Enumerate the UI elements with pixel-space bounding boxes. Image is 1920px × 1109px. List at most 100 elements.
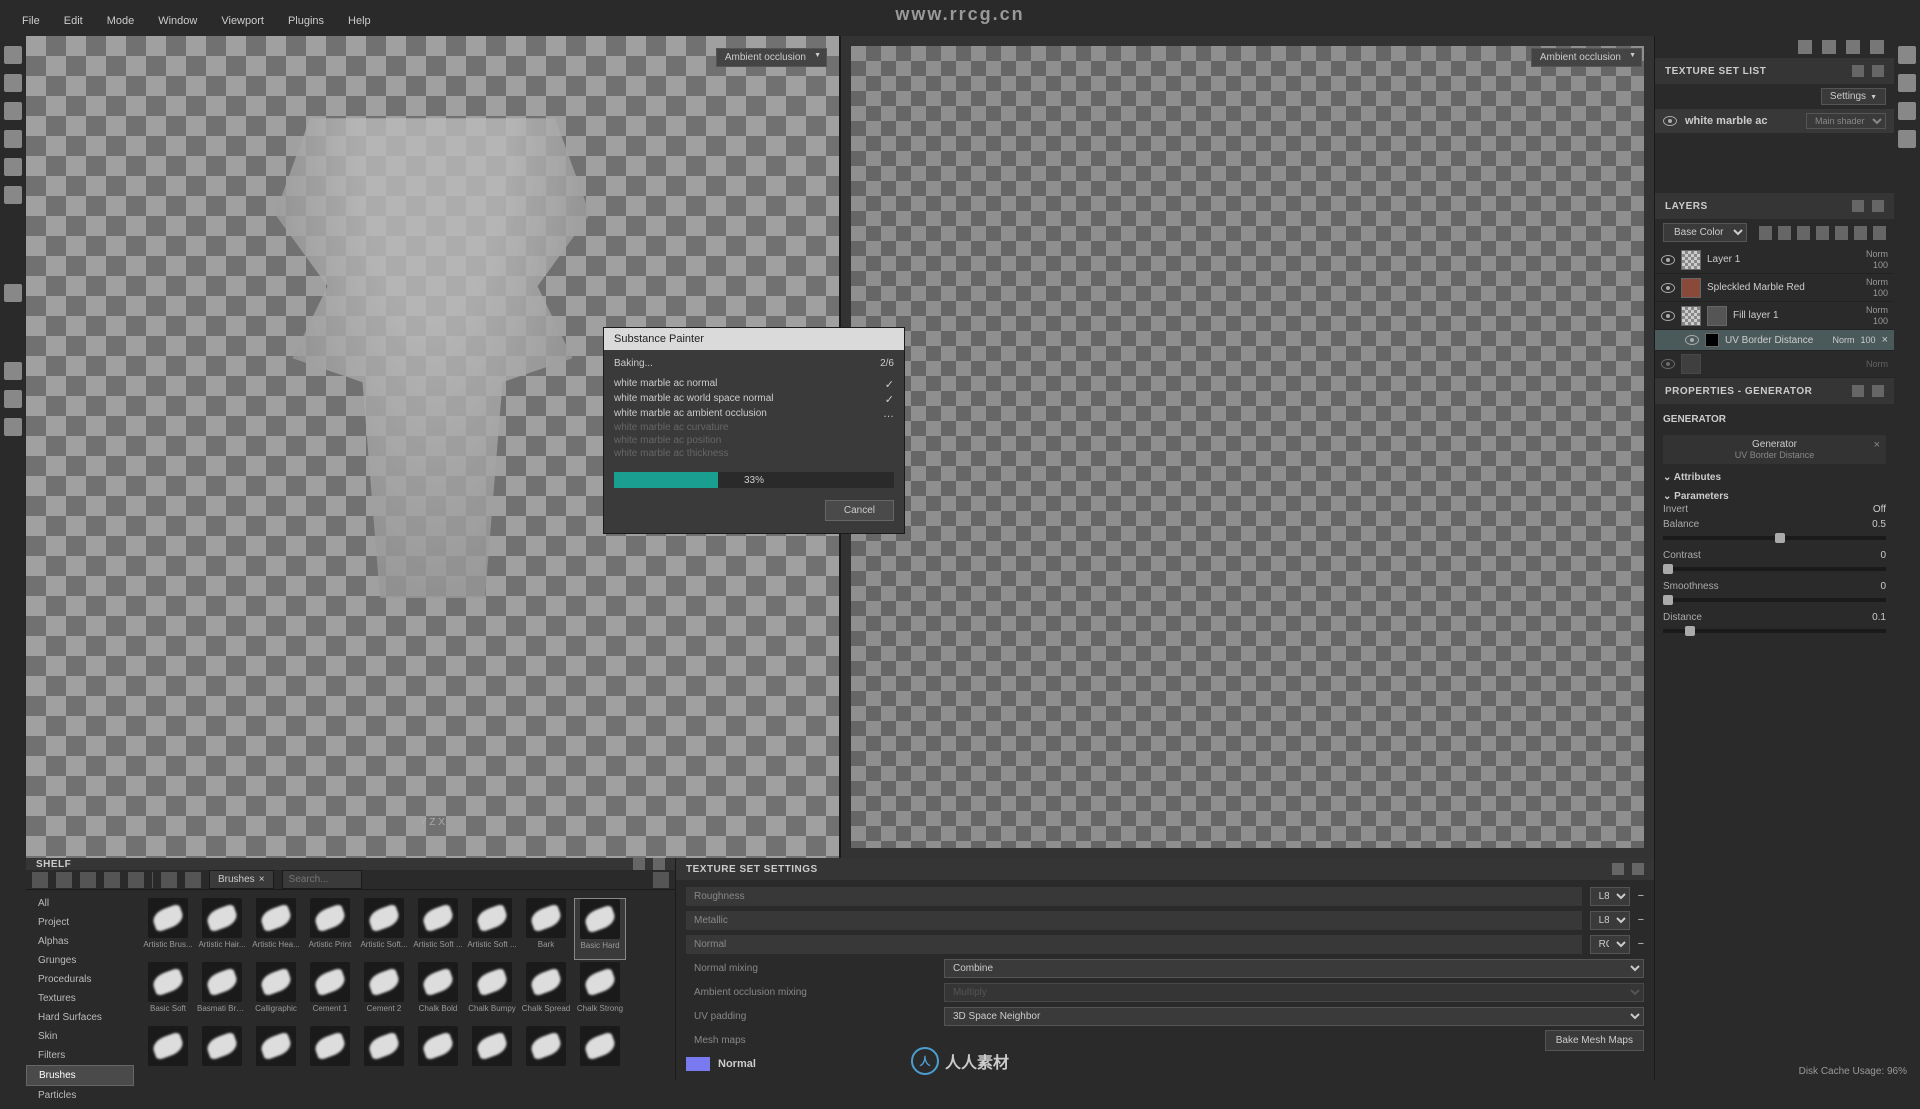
cancel-button[interactable]: Cancel xyxy=(825,500,894,521)
brush-item[interactable]: Artistic Soft ... xyxy=(466,898,518,960)
brush-item[interactable] xyxy=(412,1026,464,1088)
close-icon[interactable] xyxy=(1872,385,1884,397)
clone-tool-icon[interactable] xyxy=(4,186,22,204)
shader-settings-icon[interactable] xyxy=(1898,74,1916,92)
texture-set-settings-dropdown[interactable]: Settings xyxy=(1821,88,1886,105)
param-slider[interactable] xyxy=(1663,536,1886,540)
shelf-search-input[interactable] xyxy=(282,870,362,889)
camera-icon[interactable] xyxy=(1846,40,1860,54)
brush-item[interactable]: Artistic Soft ... xyxy=(412,898,464,960)
visibility-icon[interactable] xyxy=(1661,359,1675,369)
close-icon[interactable] xyxy=(1872,200,1884,212)
brush-item[interactable]: Calligraphic xyxy=(250,962,302,1024)
cube-icon[interactable] xyxy=(1822,40,1836,54)
shelf-tab-brushes[interactable]: Brushes× xyxy=(209,870,274,889)
viewport-3d-channel-select[interactable]: Ambient occlusion xyxy=(716,48,827,67)
smart-mask-icon[interactable] xyxy=(1797,226,1810,240)
param-slider[interactable] xyxy=(1663,567,1886,571)
layer-mask-thumb[interactable] xyxy=(1707,306,1727,326)
brush-item[interactable]: Chalk Bumpy xyxy=(466,962,518,1024)
brush-item[interactable]: Chalk Strong xyxy=(574,962,626,1024)
history-icon[interactable] xyxy=(1898,102,1916,120)
window-icon[interactable] xyxy=(56,872,72,888)
layer-thumb[interactable] xyxy=(1681,306,1701,326)
folder-icon[interactable] xyxy=(1854,226,1867,240)
brush-item[interactable]: Artistic Hea... xyxy=(250,898,302,960)
poly-fill-icon[interactable] xyxy=(4,362,22,380)
hide-icon[interactable] xyxy=(104,872,120,888)
visibility-icon[interactable] xyxy=(1661,255,1675,265)
normal-format-select[interactable]: RGB16F xyxy=(1590,935,1630,954)
brush-item[interactable] xyxy=(142,1026,194,1088)
texture-set-item[interactable]: white marble ac Main shader xyxy=(1655,109,1894,133)
layer-thumb[interactable] xyxy=(1681,354,1701,374)
fill-layer-icon[interactable] xyxy=(1816,226,1829,240)
projection-tool-icon[interactable] xyxy=(4,102,22,120)
close-icon[interactable] xyxy=(1632,863,1644,875)
material-picker-icon[interactable] xyxy=(4,284,22,302)
brush-item[interactable] xyxy=(304,1026,356,1088)
undock-icon[interactable] xyxy=(1612,863,1624,875)
render-icon[interactable] xyxy=(1870,40,1884,54)
visibility-icon[interactable] xyxy=(1685,335,1699,345)
attributes-section[interactable]: Attributes xyxy=(1663,472,1886,483)
brush-item[interactable]: Artistic Brus... xyxy=(142,898,194,960)
cat-brushes[interactable]: Brushes xyxy=(26,1065,134,1086)
layer-channel-select[interactable]: Base Color xyxy=(1663,223,1747,242)
brush-item[interactable]: Cement 1 xyxy=(304,962,356,1024)
cat-textures[interactable]: Textures xyxy=(26,989,134,1008)
visibility-icon[interactable] xyxy=(1663,116,1677,126)
menu-help[interactable]: Help xyxy=(336,11,383,31)
parameters-section[interactable]: Parameters xyxy=(1663,491,1886,502)
menu-plugins[interactable]: Plugins xyxy=(276,11,336,31)
cat-particles[interactable]: Particles xyxy=(26,1086,134,1105)
normal-map-thumb[interactable] xyxy=(686,1057,710,1071)
brush-item[interactable]: Artistic Soft... xyxy=(358,898,410,960)
close-tab-icon[interactable]: × xyxy=(259,874,265,885)
folder-icon[interactable] xyxy=(32,872,48,888)
brush-item[interactable]: Artistic Print xyxy=(304,898,356,960)
cat-filters[interactable]: Filters xyxy=(26,1046,134,1065)
cat-procedurals[interactable]: Procedurals xyxy=(26,970,134,989)
brush-item[interactable]: Basic Soft xyxy=(142,962,194,1024)
metallic-format-select[interactable]: L8 xyxy=(1590,911,1630,930)
view-mode-icon[interactable] xyxy=(1798,40,1812,54)
close-icon[interactable] xyxy=(653,858,665,870)
cat-grunges[interactable]: Grunges xyxy=(26,951,134,970)
uv-padding-select[interactable]: 3D Space Neighbor xyxy=(944,1007,1644,1026)
brush-item[interactable] xyxy=(574,1026,626,1088)
shader-select[interactable]: Main shader xyxy=(1806,113,1886,129)
bake-mesh-maps-button[interactable]: Bake Mesh Maps xyxy=(1545,1030,1644,1051)
param-slider[interactable] xyxy=(1663,629,1886,633)
menu-viewport[interactable]: Viewport xyxy=(209,11,276,31)
menu-edit[interactable]: Edit xyxy=(52,11,95,31)
paint-tool-icon[interactable] xyxy=(4,46,22,64)
cat-skin[interactable]: Skin xyxy=(26,1027,134,1046)
cat-all[interactable]: All xyxy=(26,894,134,913)
remove-generator-icon[interactable]: × xyxy=(1874,439,1880,451)
visibility-icon[interactable] xyxy=(1661,311,1675,321)
brush-item[interactable] xyxy=(520,1026,572,1088)
param-slider[interactable] xyxy=(1663,598,1886,602)
undock-icon[interactable] xyxy=(1852,200,1864,212)
import-icon[interactable] xyxy=(128,872,144,888)
cat-alphas[interactable]: Alphas xyxy=(26,932,134,951)
generator-header[interactable]: Generator UV Border Distance × xyxy=(1663,435,1886,464)
undock-icon[interactable] xyxy=(633,858,645,870)
effect-icon[interactable] xyxy=(1759,226,1772,240)
effect-thumb[interactable] xyxy=(1705,333,1719,347)
ao-mixing-select[interactable]: Multiply xyxy=(944,983,1644,1002)
fill-tool-icon[interactable] xyxy=(4,130,22,148)
menu-mode[interactable]: Mode xyxy=(95,11,147,31)
brush-item[interactable]: Cement 2 xyxy=(358,962,410,1024)
cat-project[interactable]: Project xyxy=(26,913,134,932)
mask-icon[interactable] xyxy=(1778,226,1791,240)
display-settings-icon[interactable] xyxy=(1898,46,1916,64)
roughness-format-select[interactable]: L8 xyxy=(1590,887,1630,906)
brush-item[interactable]: Chalk Spread xyxy=(520,962,572,1024)
brush-item[interactable] xyxy=(466,1026,518,1088)
baking-icon[interactable] xyxy=(4,390,22,408)
layer-row-hidden[interactable]: Norm xyxy=(1655,351,1894,378)
list-icon[interactable] xyxy=(80,872,96,888)
brush-item[interactable]: Bark xyxy=(520,898,572,960)
